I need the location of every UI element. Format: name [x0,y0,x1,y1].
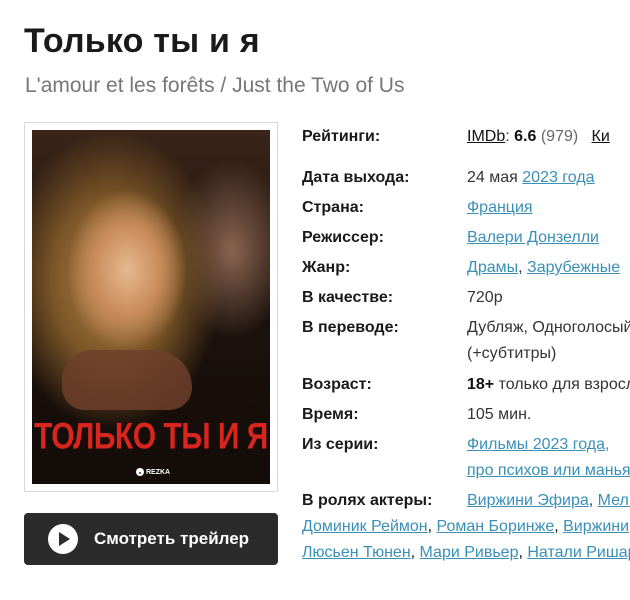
poster-title: ТОЛЬКО ТЫ И Я [34,415,268,457]
cast-link[interactable]: Виржини [563,518,629,535]
series-label: Из серии: [302,436,379,453]
imdb-link[interactable]: IMDb [467,128,505,145]
cast-link[interactable]: Мари Ривьер [420,544,519,561]
age-row: Возраст: 18+ только для взрослых [302,376,630,398]
watch-trailer-button[interactable]: Смотреть трейлер [24,513,278,565]
play-icon [48,524,78,554]
ratings-value: IMDb: 6.6 (979) Ки [467,128,610,146]
cast-link[interactable]: Роман Боринже [437,518,555,535]
poster-logo: ● REZKA [136,468,170,476]
imdb-score: 6.6 [514,128,537,145]
age-label: Возраст: [302,376,372,393]
cast-link[interactable]: Люсьен Тюнен [302,544,411,561]
duration-label: Время: [302,406,359,423]
country-row: Страна: Франция [302,199,630,221]
age-text: только для взрослых [498,376,630,393]
release-label: Дата выхода: [302,169,410,186]
cast-row: В ролях актеры: Виржини Эфира, Мелвиль П… [302,492,630,572]
imdb-colon: : [505,128,510,145]
release-date: 24 мая [467,169,518,186]
cast-link[interactable]: Натали Ришар [527,544,630,561]
cast-link[interactable]: Мелвиль Пупо [598,492,630,509]
genre-link-drama[interactable]: Драмы [467,259,518,276]
age-rating: 18+ [467,376,495,393]
series-link-psycho[interactable]: про психов или маньяков [467,462,630,479]
movie-poster[interactable]: ТОЛЬКО ТЫ И Я ● REZKA [32,130,270,484]
logo-icon: ● [136,468,144,476]
director-label: Режиссер: [302,229,384,246]
genre-label: Жанр: [302,259,351,276]
quality-row: В качестве: 720p [302,289,630,311]
genre-link-foreign[interactable]: Зарубежные [527,259,620,276]
quality-label: В качестве: [302,289,394,306]
cast-label: В ролях актеры: [302,492,433,509]
poster-hand-shape [62,350,192,410]
duration-value: 105 мин. [467,406,532,423]
ratings-row: Рейтинги: IMDb: 6.6 (979) Ки [302,128,630,150]
original-title: L'amour et les forêts / Just the Two of … [25,74,405,97]
translation-subtitles: (+субтитры) [467,345,557,362]
series-link-2023[interactable]: Фильмы 2023 года, [467,436,609,453]
trailer-button-label: Смотреть трейлер [94,529,250,548]
kinopoisk-link[interactable]: Ки [592,128,610,145]
cast-link[interactable]: Доминик Реймон [302,518,428,535]
country-label: Страна: [302,199,364,216]
cast-link[interactable]: Виржини Эфира [467,492,589,509]
series-row: Из серии: Фильмы 2023 года, про психов и… [302,436,630,484]
poster-frame: ТОЛЬКО ТЫ И Я ● REZKA [24,122,278,492]
imdb-votes: (979) [540,128,579,145]
release-year-link[interactable]: 2023 года [522,169,594,186]
country-link[interactable]: Франция [467,199,533,216]
director-link[interactable]: Валери Донзелли [467,229,599,246]
translation-label: В переводе: [302,319,399,336]
page-title: Только ты и я [24,22,260,60]
poster-logo-text: REZKA [146,468,171,476]
translation-value: Дубляж, Одноголосый [467,319,630,336]
release-row: Дата выхода: 24 мая 2023 года [302,169,630,191]
ratings-label: Рейтинги: [302,128,381,145]
release-value: 24 мая 2023 года [467,169,595,187]
duration-row: Время: 105 мин. [302,406,630,428]
translation-row: В переводе: Дубляж, Одноголосый (+субтит… [302,319,630,367]
director-row: Режиссер: Валери Донзелли [302,229,630,251]
genre-row: Жанр: Драмы, Зарубежные [302,259,621,276]
quality-value: 720p [467,289,503,306]
